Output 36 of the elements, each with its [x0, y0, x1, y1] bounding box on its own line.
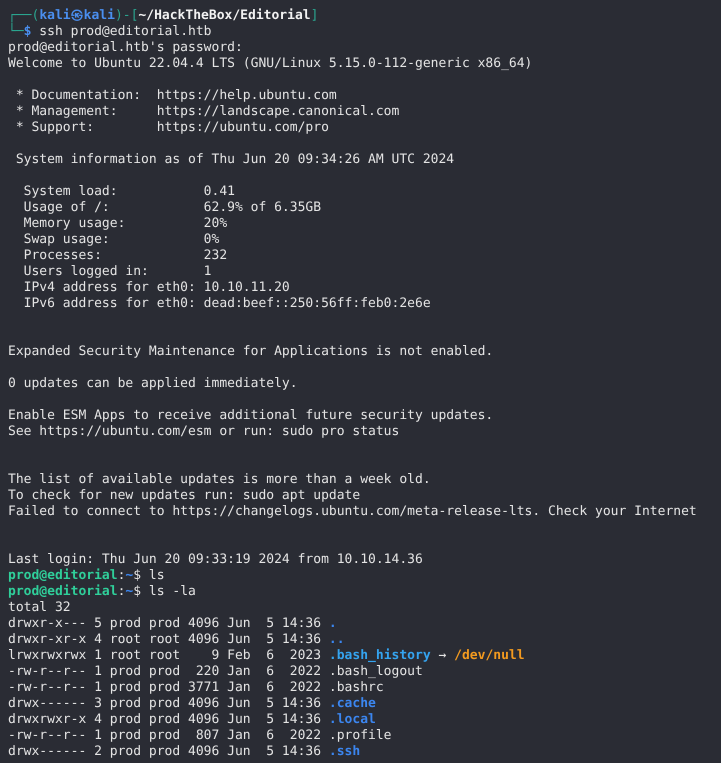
terminal-line: To check for new updates run: sudo apt update [8, 488, 360, 504]
terminal-line: Processes: 232 [22, 248, 228, 264]
terminal-line: IPv4 address for eth0: 10.10.11.20 [22, 280, 290, 296]
terminal-line: -rw-r--r-- 1 prod prod 220 Jan 6 2022 .bash_logout [8, 664, 423, 680]
terminal-line: prod@editorial.htb's password: [8, 40, 243, 56]
terminal-line: * Management: https://landscape.canonical.com [14, 104, 400, 120]
terminal-line: lrwxrwxrwx 1 root root 9 Feb 6 2023 .bash_history → /dev/null [8, 648, 525, 664]
terminal-line: 0 updates can be applied immediately. [8, 376, 298, 392]
terminal-line: drwxr-xr-x 4 root root 4096 Jun 5 14:36 .. [8, 632, 345, 648]
terminal-line: drwxr-x--- 5 prod prod 4096 Jun 5 14:36 . [8, 616, 337, 632]
terminal-line: -rw-r--r-- 1 prod prod 3771 Jan 6 2022 .bashrc [8, 680, 384, 696]
terminal-line: └─$ ssh prod@editorial.htb [8, 24, 212, 40]
terminal-line: System load: 0.41 [22, 184, 235, 200]
terminal-line: System information as of Thu Jun 20 09:34:26 AM UTC 2024 [14, 152, 454, 168]
terminal-line: * Documentation: https://help.ubuntu.com [14, 88, 337, 104]
terminal-line: drwxrwxr-x 4 prod prod 4096 Jun 5 14:36 .local [8, 712, 376, 728]
terminal-line: drwx------ 2 prod prod 4096 Jun 5 14:36 .ssh [8, 744, 360, 760]
terminal-line: -rw-r--r-- 1 prod prod 807 Jan 6 2022 .profile [8, 728, 392, 744]
terminal-line: See https://ubuntu.com/esm or run: sudo pro status [8, 424, 400, 440]
terminal-line: Failed to connect to https://changelogs.ubuntu.com/meta-release-lts. Check your Internet [8, 504, 697, 520]
terminal-line: The list of available updates is more than a week old. [8, 472, 431, 488]
terminal-line: drwx------ 3 prod prod 4096 Jun 5 14:36 .cache [8, 696, 376, 712]
terminal-line: Swap usage: 0% [22, 232, 220, 248]
terminal-line: Last login: Thu Jun 20 09:33:19 2024 from 10.10.14.36 [8, 552, 423, 568]
terminal-line: Usage of /: 62.9% of 6.35GB [22, 200, 322, 216]
terminal-line: Expanded Security Maintenance for Applications is not enabled. [8, 344, 494, 360]
terminal-line: prod@editorial:~$ ls -la [8, 584, 196, 600]
terminal-line: * Support: https://ubuntu.com/pro [14, 120, 329, 136]
terminal-line: total 32 [8, 600, 71, 616]
terminal-line: Users logged in: 1 [22, 264, 212, 280]
terminal-line: Enable ESM Apps to receive additional future security updates. [8, 408, 494, 424]
terminal-line: prod@editorial:~$ ls [8, 568, 165, 584]
terminal-line: ┌──(kali㉿kali)-[~/HackTheBox/Editorial] [8, 8, 318, 23]
terminal-line: IPv6 address for eth0: dead:beef::250:56ff:feb0:2e6e [22, 296, 431, 312]
terminal-line: Welcome to Ubuntu 22.04.4 LTS (GNU/Linux 5.15.0-112-generic x86_64) [8, 56, 532, 72]
terminal-line: Memory usage: 20% [22, 216, 228, 232]
